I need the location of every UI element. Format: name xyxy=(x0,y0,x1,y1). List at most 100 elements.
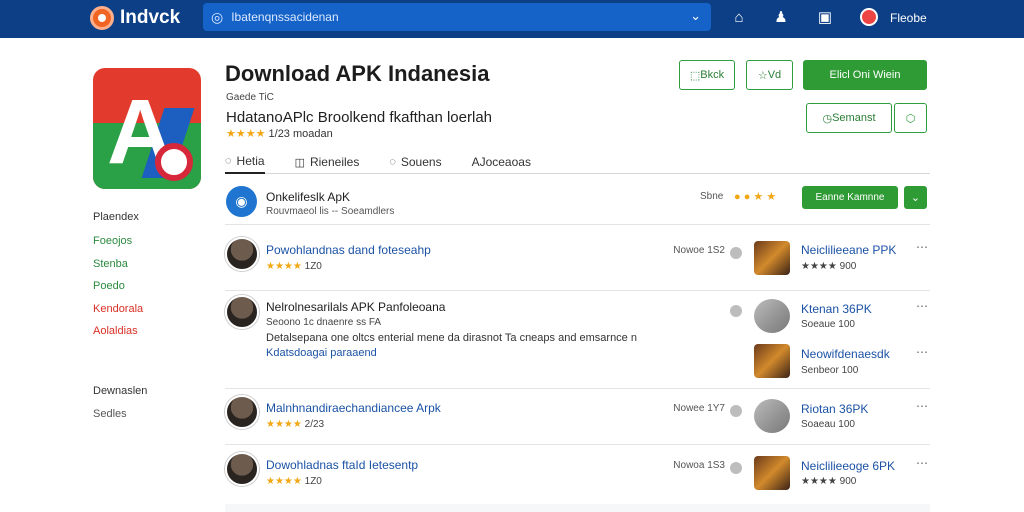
tabs: ◌ Hetia ◫ Rieneiles ◌ Souens AJoceaoas xyxy=(225,150,930,174)
rating-stars: ★★★★ xyxy=(226,128,266,140)
sidebar-footer-2[interactable]: Sedles xyxy=(93,408,127,420)
app-developer: Gaede TiC xyxy=(226,92,274,103)
row-description: Detalsepana one oltcs enterial mene da d… xyxy=(266,332,637,344)
row-meta: Nowee 1Y7 xyxy=(673,403,725,414)
tab-rieneiles[interactable]: ◫ Rieneiles xyxy=(295,150,360,174)
divider xyxy=(225,224,930,225)
app-rating: ★★★★ 1/23 moadan xyxy=(226,127,333,140)
chevron-down-icon[interactable]: ⌄ xyxy=(690,8,701,24)
shield-icon[interactable]: ⬡ xyxy=(894,103,927,133)
side-sub: Soeaue 100 xyxy=(801,319,855,330)
sidebar-item-2[interactable]: Foeojos xyxy=(93,235,132,247)
row-link[interactable]: Kdatsdoagai paraaend xyxy=(266,347,377,359)
tab-ajoceaoas[interactable]: AJoceaoas xyxy=(472,150,531,174)
bubble-icon: ◌ xyxy=(389,156,396,168)
side-title[interactable]: Ktenan 36PK xyxy=(801,302,872,316)
emoji-icon: ● ● ★ ★ xyxy=(734,191,777,203)
side-title[interactable]: Neiclilieeane PPK xyxy=(801,243,896,257)
divider xyxy=(225,388,930,389)
divider xyxy=(225,444,930,445)
list-item[interactable]: Nelrolnesarilals APK Panfoleoana Seoono … xyxy=(225,295,930,387)
side-thumbnail[interactable] xyxy=(754,399,790,433)
bell-icon[interactable]: ⌂ xyxy=(729,8,749,28)
grid-icon: ◫ xyxy=(294,156,305,169)
side-thumbnail[interactable] xyxy=(754,241,790,275)
chat-icon: ◌ xyxy=(225,155,232,167)
back-button[interactable]: ⬚ Bkck xyxy=(679,60,735,90)
search-input[interactable] xyxy=(231,10,662,24)
save-button[interactable]: ☆ Vd xyxy=(746,60,793,90)
sidebar-item-3[interactable]: Stenba xyxy=(93,258,128,270)
divider xyxy=(225,290,930,291)
semantic-button[interactable]: ◷ Semanst xyxy=(806,103,892,133)
side-sub: Soaeau 100 xyxy=(801,419,855,430)
avatar[interactable] xyxy=(860,8,878,26)
side-thumbnail[interactable] xyxy=(754,299,790,333)
list-bottom-edge xyxy=(225,504,930,512)
tab-souens[interactable]: ◌ Souens xyxy=(389,150,441,174)
brand-name: Indvck xyxy=(120,7,181,28)
more-icon[interactable]: ⋯ xyxy=(916,456,928,470)
side-title[interactable]: Riotan 36PK xyxy=(801,402,868,416)
logo-icon xyxy=(90,6,114,30)
page-content: A Download APK Indanesia Gaede TiC Hdata… xyxy=(0,38,1024,512)
row-title[interactable]: Powohlandnas dand foteseahp xyxy=(266,243,431,257)
tab-hetia[interactable]: ◌ Hetia xyxy=(225,150,265,174)
sidebar-item-6[interactable]: Aolaldias xyxy=(93,325,138,337)
side-sub-2: Senbeor 100 xyxy=(801,365,859,376)
list-item[interactable]: Powohlandnas dand foteseahp ★★★★ 1Z0 Now… xyxy=(225,236,930,284)
more-icon[interactable]: ⋯ xyxy=(916,345,928,359)
developer-icon: ◉ xyxy=(226,186,257,217)
row-subtitle: Seoono 1c dnaenre ss FA xyxy=(266,317,382,328)
sidebar-item-1[interactable]: Plaendex xyxy=(93,211,139,223)
back-icon: ⬚ xyxy=(689,69,701,82)
avatar xyxy=(225,452,259,486)
follow-button[interactable]: Eanne Kamnne xyxy=(802,186,898,209)
developer-name: Onkelifeslk ApK xyxy=(266,190,351,204)
row-title[interactable]: Malnhnandiraechandiancee Arpk xyxy=(266,401,441,415)
list-item[interactable]: Dowohladnas ftaId Ietesentp ★★★★ 1Z0 Now… xyxy=(225,452,930,500)
topbar: Indvck ◎ ⌄ ⌂ ♟ ▣ Fleobe xyxy=(0,0,1024,38)
row-toggle-icon[interactable] xyxy=(730,462,742,474)
list-item[interactable]: Malnhnandiraechandiancee Arpk ★★★★ 2/23 … xyxy=(225,395,930,443)
side-sub: ★★★★ 900 xyxy=(801,261,857,272)
user-name[interactable]: Fleobe xyxy=(890,11,927,25)
side-sub: ★★★★ 900 xyxy=(801,476,857,487)
brand-logo[interactable]: Indvck xyxy=(90,5,180,31)
avatar xyxy=(225,237,259,271)
side-title[interactable]: Neiclilieeoge 6PK xyxy=(801,459,895,473)
row-rating: ★★★★ 2/23 xyxy=(266,419,325,430)
row-toggle-icon[interactable] xyxy=(730,405,742,417)
app-icon: A xyxy=(93,68,201,189)
row-rating: ★★★★ 1Z0 xyxy=(266,261,322,272)
user-icon[interactable]: ♟ xyxy=(771,8,791,28)
developer-meta: Rouvmaeol lis -- Soeamdlers xyxy=(266,206,395,217)
more-icon[interactable]: ⋯ xyxy=(916,299,928,313)
row-rating: ★★★★ 1Z0 xyxy=(266,476,322,487)
search-bar[interactable]: ◎ ⌄ xyxy=(203,3,711,31)
more-icon[interactable]: ⋯ xyxy=(916,240,928,254)
chevron-down-icon[interactable]: ⌄ xyxy=(904,186,927,209)
side-thumbnail[interactable] xyxy=(754,456,790,490)
row-toggle-icon[interactable] xyxy=(730,247,742,259)
row-title[interactable]: Nelrolnesarilals APK Panfoleoana xyxy=(266,300,445,314)
sidebar-item-4[interactable]: Poedo xyxy=(93,280,125,292)
notes-icon[interactable]: ▣ xyxy=(815,8,835,28)
page-title: Download APK Indanesia xyxy=(225,61,490,86)
app-subtitle: HdatanoAPlc Broolkend fkafthan loerlah xyxy=(226,109,493,126)
rating-text: 1/23 moadan xyxy=(268,128,333,140)
row-toggle-icon[interactable] xyxy=(730,305,742,317)
side-title-2[interactable]: Neowifdenaesdk xyxy=(801,347,890,361)
primary-download-button[interactable]: Elicl Oni Wiein xyxy=(803,60,927,90)
row-title[interactable]: Dowohladnas ftaId Ietesentp xyxy=(266,458,418,472)
sidebar-footer-1[interactable]: Dewnaslen xyxy=(93,385,147,397)
developer-stat: Sbne xyxy=(700,191,724,202)
side-thumbnail-2[interactable] xyxy=(754,344,790,378)
headset-icon: ◎ xyxy=(211,8,224,25)
more-icon[interactable]: ⋯ xyxy=(916,399,928,413)
avatar xyxy=(225,295,259,329)
clock-icon: ◷ xyxy=(822,112,833,125)
sidebar-item-5[interactable]: Kendorala xyxy=(93,303,143,315)
avatar xyxy=(225,395,259,429)
save-icon: ☆ xyxy=(757,69,768,82)
